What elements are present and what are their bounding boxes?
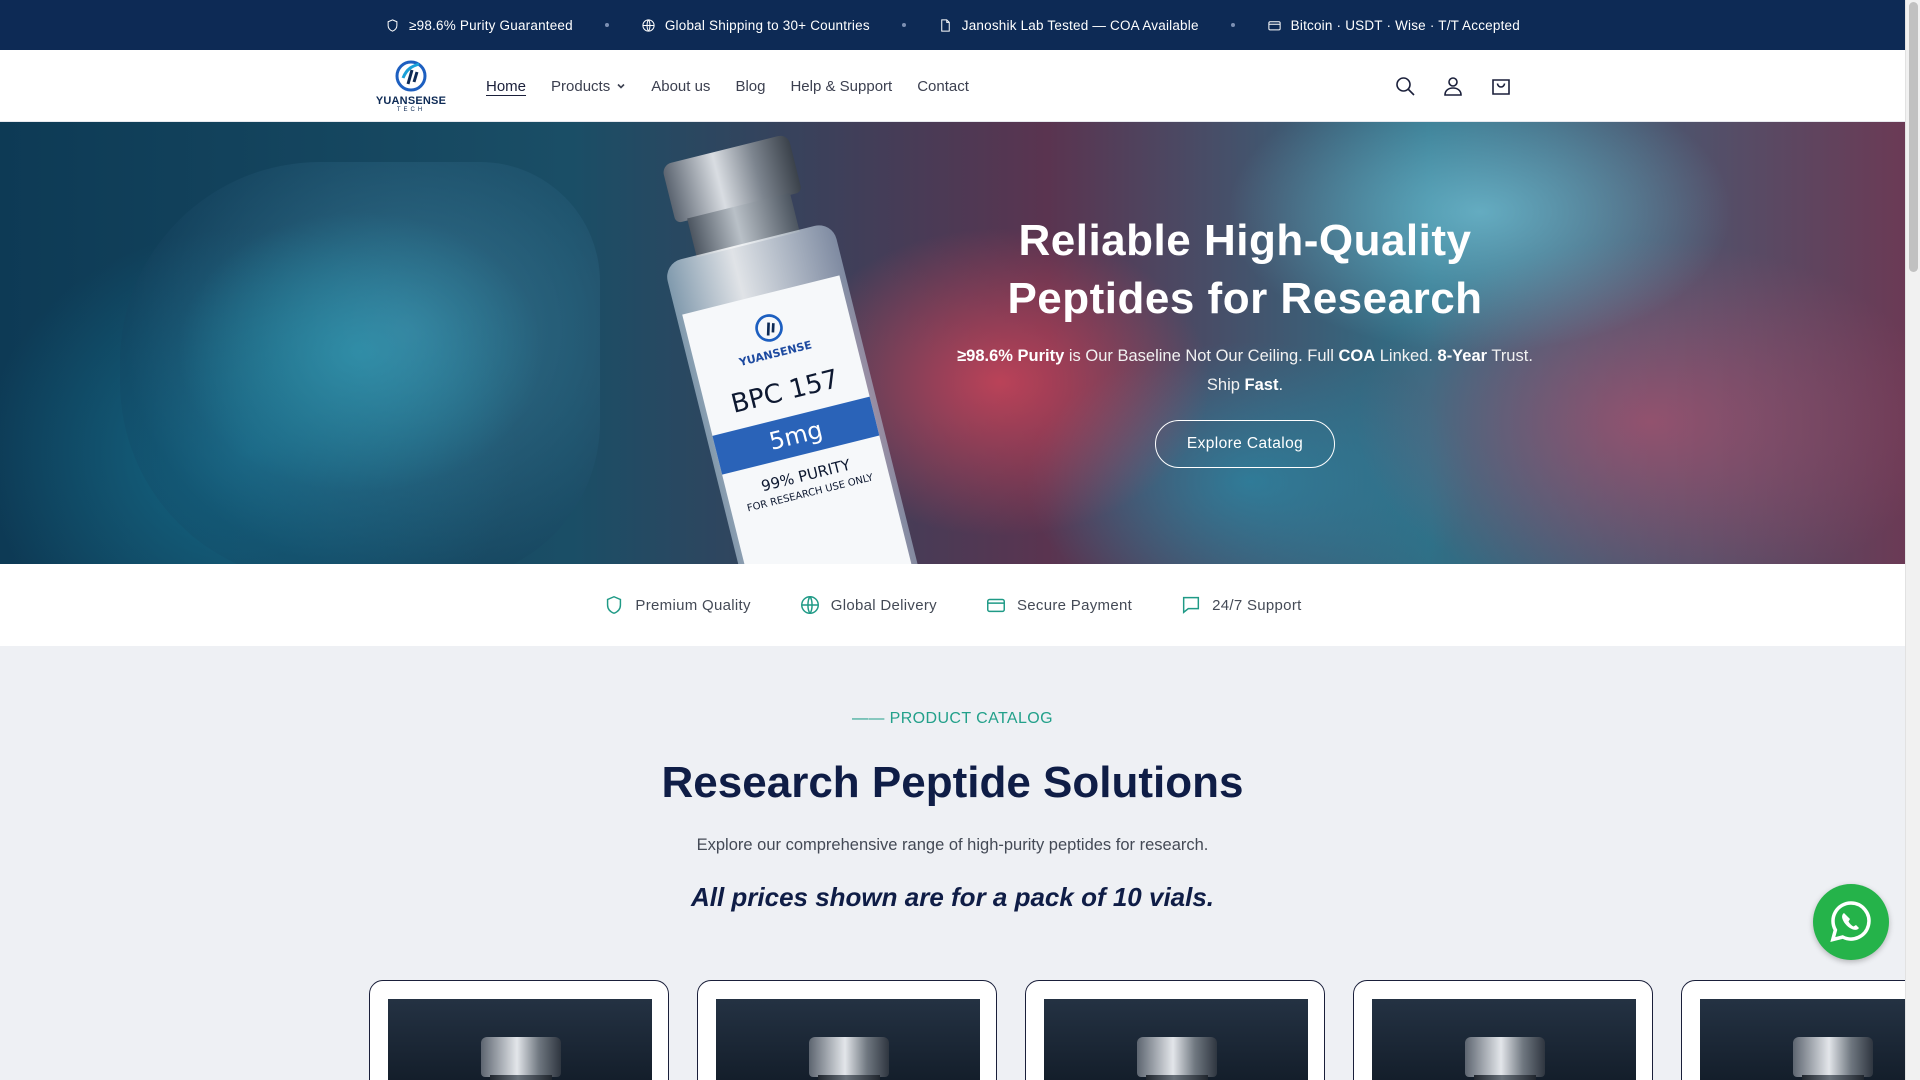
announcement-bar: ≥98.6% Purity Guaranteed Global Shipping… <box>0 0 1905 50</box>
separator-dot <box>604 23 609 27</box>
hero-title-line: Peptides for Research <box>1007 274 1483 323</box>
product-card[interactable] <box>697 980 997 1080</box>
cart-icon[interactable] <box>1489 74 1513 98</box>
hero-sub-bold: Fast <box>1244 376 1279 394</box>
hero-subtitle: ≥98.6% Purity is Our Baseline Not Our Ce… <box>940 342 1550 400</box>
hero-sub-bold: 8-Year <box>1437 347 1488 365</box>
header-actions <box>1393 50 1513 122</box>
nav-label: Home <box>486 77 527 95</box>
page-scrollbar[interactable] <box>1905 0 1920 1080</box>
announcement-text: Global Shipping to 30+ Countries <box>664 17 870 33</box>
globe-icon <box>642 18 655 32</box>
nav-label: About us <box>651 77 711 95</box>
nav-contact[interactable]: Contact <box>917 78 969 95</box>
gloved-hand-image <box>120 162 600 564</box>
logo-subtext: TECH <box>396 107 426 113</box>
nav-blog[interactable]: Blog <box>735 78 765 95</box>
site-header: YUANSENSE TECH Home Products About us Bl… <box>0 50 1905 122</box>
hero-sub-text: Linked. <box>1375 347 1438 365</box>
feature-item: 24/7 Support <box>1180 594 1302 616</box>
feature-label: Secure Payment <box>1016 596 1133 614</box>
features-strip: Premium Quality Global Delivery Secure P… <box>0 564 1905 646</box>
separator-dot <box>1230 23 1235 27</box>
announcement-item: Global Shipping to 30+ Countries <box>641 18 870 33</box>
nav-label: Blog <box>735 77 766 95</box>
nav-label: Products <box>551 77 611 95</box>
main-nav: Home Products About us Blog Help & Suppo… <box>486 50 994 122</box>
product-image <box>1700 999 1920 1080</box>
pricing-note: All prices shown are for a pack of 10 vi… <box>690 882 1215 912</box>
explore-catalog-button[interactable]: Explore Catalog <box>1154 420 1336 468</box>
feature-label: 24/7 Support <box>1212 596 1302 614</box>
hero-sub-text: is Our Baseline Not Our Ceiling. Full <box>1064 347 1339 365</box>
feature-item: Global Delivery <box>799 594 937 616</box>
nav-home[interactable]: Home <box>486 78 526 95</box>
feature-label: Premium Quality <box>635 596 751 614</box>
product-card[interactable] <box>1681 980 1920 1080</box>
section-title: Research Peptide Solutions <box>661 758 1244 807</box>
feature-item: Premium Quality <box>603 594 750 616</box>
announcement-text: ≥98.6% Purity Guaranteed <box>409 17 573 33</box>
hero-content: Reliable High-Quality Peptides for Resea… <box>940 212 1550 468</box>
nav-help-support[interactable]: Help & Support <box>790 78 892 95</box>
announcement-text: Janoshik Lab Tested — COA Available <box>961 17 1199 33</box>
product-image <box>1372 999 1636 1080</box>
logo-mark-icon <box>755 314 783 342</box>
product-image <box>716 999 980 1080</box>
hero-sub-bold: ≥98.6% Purity <box>957 347 1065 365</box>
feature-label: Global Delivery <box>830 596 937 614</box>
product-image <box>388 999 652 1080</box>
separator-dot <box>901 23 906 27</box>
hero-banner: YUANSENSE BPC 157 5mg 99% PURITY FOR RES… <box>0 122 1905 564</box>
nav-products[interactable]: Products <box>551 78 626 95</box>
product-card[interactable] <box>1025 980 1325 1080</box>
document-icon <box>941 18 950 32</box>
vial-brand: YUANSENSE <box>737 338 814 369</box>
announcement-item: Janoshik Lab Tested — COA Available <box>938 18 1199 33</box>
section-eyebrow: —— PRODUCT CATALOG <box>852 710 1053 727</box>
whatsapp-button[interactable] <box>1813 884 1889 960</box>
product-cards <box>369 980 1920 1080</box>
product-image <box>1044 999 1308 1080</box>
chevron-down-icon <box>617 83 625 89</box>
nav-label: Contact <box>917 77 969 95</box>
hero-title-line: Reliable High-Quality <box>1018 216 1472 265</box>
whatsapp-icon <box>1830 901 1871 943</box>
announcement-text: Bitcoin · USDT · Wise · T/T Accepted <box>1290 17 1520 33</box>
section-description: Explore our comprehensive range of high-… <box>696 836 1209 854</box>
card-icon <box>1268 20 1281 30</box>
vial-image: YUANSENSE BPC 157 5mg 99% PURITY FOR RES… <box>630 122 940 564</box>
product-card[interactable] <box>369 980 669 1080</box>
feature-item: Secure Payment <box>985 594 1132 616</box>
logo-mark-icon <box>395 60 427 92</box>
shield-icon <box>387 18 398 32</box>
account-icon[interactable] <box>1441 74 1465 98</box>
globe-icon <box>800 596 819 614</box>
announcement-item: ≥98.6% Purity Guaranteed <box>385 18 573 33</box>
chat-icon <box>1183 596 1200 614</box>
search-icon[interactable] <box>1393 74 1417 98</box>
scrollbar-thumb[interactable] <box>1909 2 1918 272</box>
nav-label: Help & Support <box>790 77 893 95</box>
shield-icon <box>607 595 622 615</box>
site-logo[interactable]: YUANSENSE TECH <box>373 58 449 114</box>
announcement-item: Bitcoin · USDT · Wise · T/T Accepted <box>1267 18 1520 33</box>
card-icon <box>987 598 1005 613</box>
product-card[interactable] <box>1353 980 1653 1080</box>
hero-title: Reliable High-Quality Peptides for Resea… <box>940 212 1550 328</box>
hero-sub-bold: COA <box>1338 347 1376 365</box>
nav-about[interactable]: About us <box>651 78 710 95</box>
product-catalog-section: —— PRODUCT CATALOG Research Peptide Solu… <box>0 646 1920 1080</box>
hero-sub-text: . <box>1278 376 1284 394</box>
logo-text: YUANSENSE <box>375 95 447 107</box>
